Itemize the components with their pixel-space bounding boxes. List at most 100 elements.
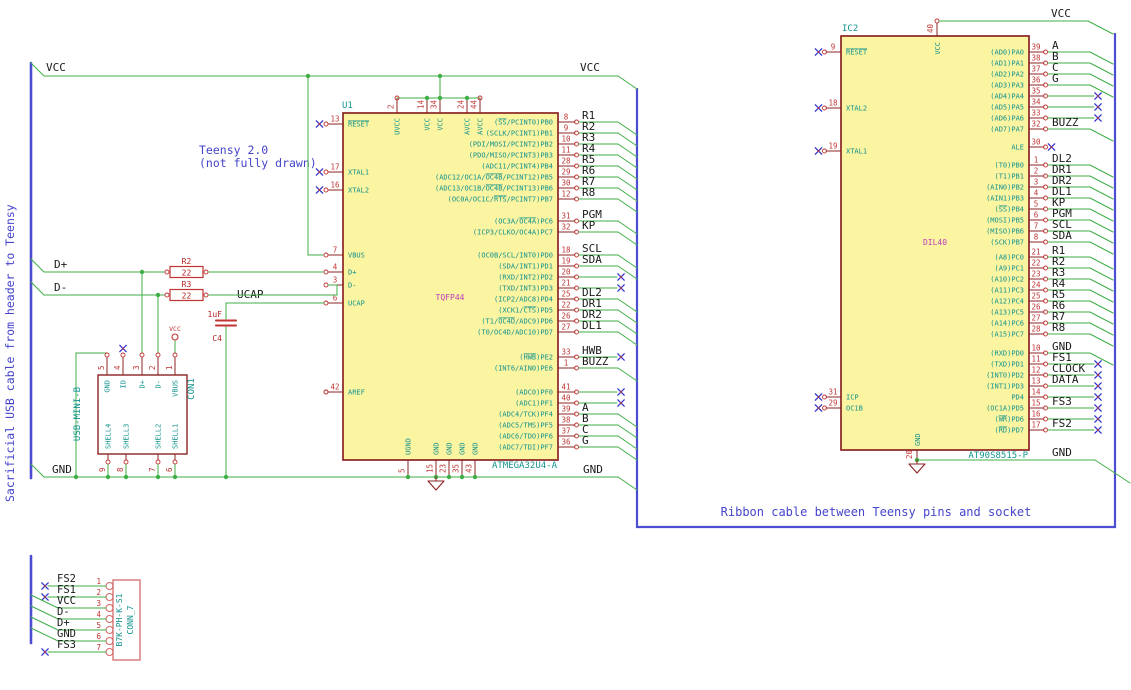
pin-number: 19 bbox=[561, 257, 570, 266]
pin-name: PD4 bbox=[1011, 394, 1024, 402]
pin-socket bbox=[105, 636, 114, 646]
wire bbox=[617, 75, 638, 90]
pin-name: (TXD/INT3)PD3 bbox=[498, 285, 553, 293]
pin-number: 25 bbox=[561, 290, 570, 299]
pin-number: 3 bbox=[96, 599, 101, 608]
schematic-page: Ribbon cable between Teensy pins and soc… bbox=[0, 0, 1131, 690]
pin-name: (AIN1)PB3 bbox=[986, 195, 1024, 203]
pin-number: 24 bbox=[1031, 281, 1041, 290]
pin-number: 32 bbox=[561, 223, 570, 232]
resistor-r2-value: 22 bbox=[182, 269, 192, 278]
pin-name: (ADC11/PCINT4)PB4 bbox=[481, 163, 553, 171]
net-label-KP: KP bbox=[582, 219, 596, 232]
no-connect-icon bbox=[318, 123, 321, 125]
pin-number: 17 bbox=[1031, 421, 1040, 430]
wire bbox=[617, 413, 638, 428]
con1-usb-mini-b: 5 GND 4 ID 3 D+ 2 D- 1 VBUS 9 SHELL4 8 SHELL3 7 SHELL2 6… bbox=[73, 344, 197, 478]
pin-number: 26 bbox=[1031, 303, 1041, 312]
wire bbox=[427, 480, 437, 491]
no-connect-icon bbox=[1097, 95, 1099, 97]
pin-name: (A10)PC2 bbox=[990, 276, 1024, 284]
resistor-r2-reference: R2 bbox=[182, 257, 192, 266]
no-connect-icon bbox=[817, 107, 820, 109]
wire bbox=[617, 165, 638, 180]
pin-number: 7 bbox=[1034, 222, 1039, 231]
pin-name: SHELL1 bbox=[172, 424, 180, 449]
pin-name: VCC bbox=[424, 118, 432, 131]
pin-end bbox=[164, 292, 170, 298]
wire bbox=[1089, 164, 1114, 178]
pin-name: AREF bbox=[348, 389, 365, 397]
pin-name: D- bbox=[348, 282, 356, 290]
gnd-symbol-u1 bbox=[427, 476, 445, 491]
capacitor-c4: 1uF C4 bbox=[208, 310, 237, 343]
pin-end bbox=[323, 121, 329, 127]
junction-dot bbox=[305, 73, 311, 79]
no-connect-icon bbox=[1097, 117, 1099, 119]
pin-end bbox=[172, 459, 178, 465]
pin-name: (ADC7/TDI)PF7 bbox=[498, 444, 553, 452]
pin-end bbox=[139, 352, 145, 358]
net-label-BUZZ: BUZZ bbox=[1052, 116, 1079, 129]
pin-name: XTAL2 bbox=[348, 187, 369, 195]
pin-number: 10 bbox=[1031, 344, 1041, 353]
net-label-FS3: FS3 bbox=[57, 639, 76, 651]
net-label-GND: GND bbox=[1052, 446, 1072, 459]
pin-number: 2 bbox=[148, 365, 157, 370]
ic2-at90s8515: 39(AD0)PA0A38(AD1)PA1B37(AD2)PA2C36(AD3)… bbox=[814, 24, 1114, 461]
pin-end bbox=[105, 459, 111, 465]
pin-name: (A9)PC1 bbox=[994, 265, 1024, 273]
wire bbox=[1089, 267, 1114, 281]
wire bbox=[617, 254, 638, 269]
pin-end bbox=[155, 459, 161, 465]
wire bbox=[1089, 241, 1114, 255]
pin-name: XTAL2 bbox=[846, 105, 867, 113]
pin-name: (ICP3/CLKO/OC4A)PC7 bbox=[473, 229, 553, 237]
pin-name: (A13)PC5 bbox=[990, 309, 1024, 317]
pin-name: (SCLK/PCINT1)PB1 bbox=[486, 130, 553, 138]
teensy-note-line2: (not fully drawn) bbox=[199, 156, 317, 170]
pin-name: (INT0)PD2 bbox=[986, 372, 1024, 380]
pin-name: VCC bbox=[437, 118, 445, 131]
pin-number: 39 bbox=[1031, 43, 1040, 52]
pin-name: (A14)PC6 bbox=[990, 320, 1024, 328]
pin-name: (ADC12/OC1A/OC4B/PCINT12)PB5 bbox=[435, 174, 553, 182]
pin-name: D+ bbox=[348, 269, 356, 277]
pin-end bbox=[323, 389, 329, 395]
pin-number: 2 bbox=[387, 104, 396, 109]
pin-number: 38 bbox=[1031, 54, 1041, 63]
pin-number: 1 bbox=[564, 359, 569, 368]
pin-name: (T1)PB1 bbox=[994, 173, 1024, 181]
c4-value: 1uF bbox=[208, 310, 223, 319]
pin-name: (WR)PD6 bbox=[994, 416, 1024, 424]
pin-number: 9 bbox=[98, 467, 107, 472]
wire bbox=[30, 627, 59, 642]
wire bbox=[617, 231, 638, 246]
no-connect-icon bbox=[318, 171, 321, 173]
no-connect-icon bbox=[1097, 106, 1099, 108]
pin-name: (OC0B/SCL/INT0)PD0 bbox=[477, 252, 553, 260]
wire bbox=[1089, 352, 1114, 366]
resistor-r3-reference: R3 bbox=[182, 280, 192, 289]
no-connect-icon bbox=[44, 651, 46, 653]
pin-name: (SCK)PB7 bbox=[990, 239, 1024, 247]
wire bbox=[617, 198, 638, 213]
pin-end bbox=[934, 18, 940, 24]
pin-number: 35 bbox=[1031, 87, 1040, 96]
pin-number: 27 bbox=[561, 323, 570, 332]
pin-name: D- bbox=[155, 380, 163, 388]
pin-end bbox=[323, 187, 329, 193]
pin-name: GND bbox=[472, 442, 480, 455]
junction-dot bbox=[464, 95, 470, 101]
pin-number: 22 bbox=[561, 301, 570, 310]
pin-name: RESET bbox=[348, 121, 370, 129]
wire bbox=[617, 331, 638, 346]
pin-name: VBUS bbox=[172, 380, 180, 397]
pin-number: 18 bbox=[828, 99, 838, 108]
pin-number: 15 bbox=[426, 464, 435, 473]
pin-number: 32 bbox=[1031, 120, 1040, 129]
no-connect-icon bbox=[620, 402, 622, 404]
net-label-SDA: SDA bbox=[582, 253, 602, 266]
wire bbox=[617, 154, 638, 169]
conn7-part-name: B7K-PH-K-S1 bbox=[115, 593, 124, 646]
